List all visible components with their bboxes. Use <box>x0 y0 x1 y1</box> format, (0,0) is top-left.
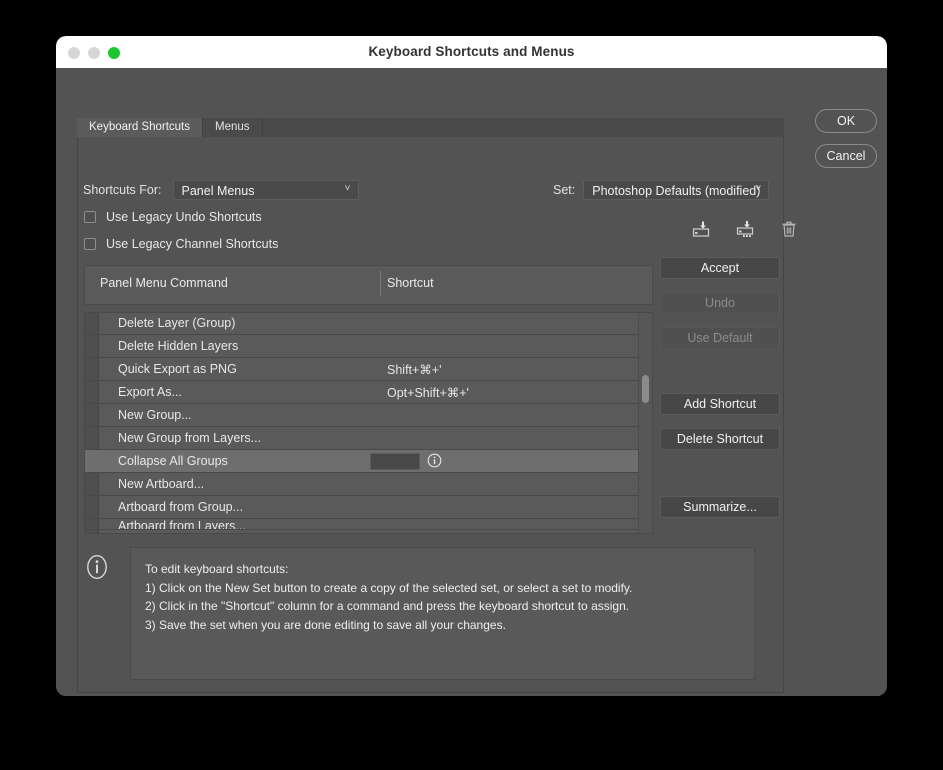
legacy-undo-label: Use Legacy Undo Shortcuts <box>106 210 262 224</box>
table-header: Panel Menu Command Shortcut <box>84 265 653 305</box>
shortcuts-for-value: Panel Menus <box>181 184 255 198</box>
keyboard-shortcuts-dialog: Keyboard Shortcuts and Menus Keyboard Sh… <box>56 36 887 696</box>
table-row[interactable]: Artboard from Layers... <box>85 519 652 530</box>
shortcut-input[interactable] <box>370 453 420 470</box>
table-row[interactable]: Export As... Opt+Shift+⌘+' <box>85 381 652 404</box>
row-command: Export As... <box>118 385 182 399</box>
undo-button[interactable]: Undo <box>660 292 780 314</box>
instructions-box: To edit keyboard shortcuts: 1) Click on … <box>130 547 755 680</box>
row-shortcut[interactable]: Shift+⌘+' <box>387 362 442 377</box>
accept-button[interactable]: Accept <box>660 257 780 279</box>
use-default-button[interactable]: Use Default <box>660 327 780 349</box>
table-row[interactable]: New Group... <box>85 404 652 427</box>
row-command: Artboard from Layers... <box>118 519 246 530</box>
legacy-channel-row[interactable]: Use Legacy Channel Shortcuts <box>84 237 278 251</box>
chevron-down-icon: ˅ <box>755 183 762 194</box>
legacy-channel-label: Use Legacy Channel Shortcuts <box>106 237 279 251</box>
row-shortcut[interactable]: Opt+Shift+⌘+' <box>387 385 469 400</box>
row-command: Delete Layer (Group) <box>118 316 236 330</box>
summarize-button[interactable]: Summarize... <box>660 496 780 518</box>
dialog-body: Keyboard Shortcuts Menus Shortcuts For: … <box>56 68 887 696</box>
row-command: Delete Hidden Layers <box>118 339 239 353</box>
column-header-shortcut: Shortcut <box>387 276 434 290</box>
chevron-down-icon: ˅ <box>344 183 351 194</box>
table-row[interactable]: Delete Layer (Group) <box>85 313 652 335</box>
set-value: Photoshop Defaults (modified) <box>592 184 761 198</box>
instructions-area: To edit keyboard shortcuts: 1) Click on … <box>84 547 755 683</box>
set-select[interactable]: Photoshop Defaults (modified) ˅ <box>583 180 770 200</box>
column-divider <box>380 271 381 296</box>
table-row[interactable]: Artboard from Group... <box>85 496 652 519</box>
shortcut-list[interactable]: Delete Layer (Group) Delete Hidden Layer… <box>84 312 653 534</box>
shortcuts-for-select[interactable]: Panel Menus ˅ <box>172 180 359 200</box>
ok-button[interactable]: OK <box>815 109 877 133</box>
save-as-new-set-icon[interactable] <box>692 220 710 238</box>
row-command: New Artboard... <box>118 477 205 491</box>
row-command: New Group from Layers... <box>118 431 262 445</box>
save-set-icon[interactable] <box>736 220 754 238</box>
add-shortcut-button[interactable]: Add Shortcut <box>660 393 780 415</box>
set-tools <box>692 220 798 238</box>
tab-menus[interactable]: Menus <box>203 118 263 137</box>
row-command: Quick Export as PNG <box>118 362 237 376</box>
shortcuts-for-row: Shortcuts For: Panel Menus ˅ <box>83 180 359 200</box>
set-label: Set: <box>553 183 576 197</box>
legacy-channel-checkbox[interactable] <box>84 238 96 250</box>
row-command: Artboard from Group... <box>118 500 244 514</box>
window-title: Keyboard Shortcuts and Menus <box>368 44 575 59</box>
row-command: Collapse All Groups <box>118 454 228 468</box>
delete-shortcut-button[interactable]: Delete Shortcut <box>660 428 780 450</box>
table-row[interactable]: New Group from Layers... <box>85 427 652 450</box>
legacy-undo-row[interactable]: Use Legacy Undo Shortcuts <box>84 210 262 224</box>
shortcuts-for-label: Shortcuts For: <box>83 183 162 197</box>
delete-set-icon[interactable] <box>780 220 798 238</box>
list-rows: Delete Layer (Group) Delete Hidden Layer… <box>85 313 652 530</box>
table-row[interactable]: Quick Export as PNG Shift+⌘+' <box>85 358 652 381</box>
scrollbar-thumb[interactable] <box>642 375 649 403</box>
table-row[interactable]: Delete Hidden Layers <box>85 335 652 358</box>
list-scrollbar[interactable] <box>638 313 652 533</box>
info-icon <box>87 554 107 580</box>
table-row[interactable]: New Artboard... <box>85 473 652 496</box>
legacy-undo-checkbox[interactable] <box>84 211 96 223</box>
window-titlebar: Keyboard Shortcuts and Menus <box>56 36 887 68</box>
instruction-line: 2) Click in the "Shortcut" column for a … <box>145 599 630 614</box>
action-button-column: Accept Undo Use Default Add Shortcut Del… <box>660 257 780 531</box>
cancel-button[interactable]: Cancel <box>815 144 877 168</box>
row-command: New Group... <box>118 408 192 422</box>
set-row: Set: Photoshop Defaults (modified) ˅ <box>553 180 770 200</box>
instruction-line: 3) Save the set when you are done editin… <box>145 617 506 632</box>
table-row-selected[interactable]: Collapse All Groups <box>85 450 652 473</box>
info-icon[interactable] <box>427 453 442 468</box>
tab-bar: Keyboard Shortcuts Menus <box>77 118 784 138</box>
instruction-line: 1) Click on the New Set button to create… <box>145 580 633 595</box>
column-header-command: Panel Menu Command <box>100 276 228 290</box>
tab-keyboard-shortcuts[interactable]: Keyboard Shortcuts <box>77 118 204 137</box>
instruction-line: To edit keyboard shortcuts: <box>145 562 289 576</box>
